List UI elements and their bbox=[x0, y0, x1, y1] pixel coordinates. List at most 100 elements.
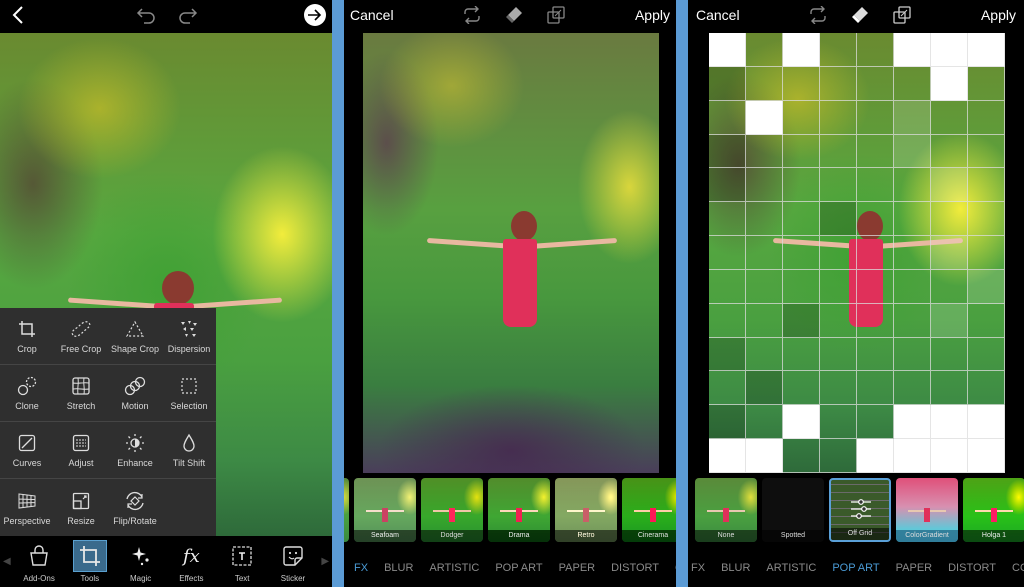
grid-tile bbox=[783, 371, 820, 406]
tool-enhance[interactable]: Enhance bbox=[108, 422, 162, 478]
cancel-button[interactable]: Cancel bbox=[696, 7, 740, 23]
category-tabs: FX BLUR ARTISTIC POP ART PAPER DISTORT C… bbox=[691, 556, 1024, 580]
blend-mode-icon[interactable] bbox=[892, 5, 912, 25]
tool-motion[interactable]: Motion bbox=[108, 365, 162, 421]
settings-sliders-icon[interactable] bbox=[849, 498, 873, 525]
grid-tile bbox=[746, 337, 783, 372]
filter-thumb-off-grid[interactable]: Off Grid bbox=[829, 478, 891, 542]
filter-thumb-spotted[interactable]: Spotted bbox=[762, 478, 824, 542]
grid-tile bbox=[968, 66, 1005, 101]
tab-fx[interactable]: FX bbox=[691, 562, 705, 574]
tab-artistic[interactable]: ARTISTIC bbox=[766, 562, 816, 574]
tab-blur[interactable]: BLUR bbox=[721, 562, 750, 574]
nav-effects[interactable]: fx Effects bbox=[166, 540, 217, 584]
tools-screen: Crop Free Crop Shape Crop Dispersion Clo… bbox=[0, 0, 332, 587]
scroll-left-icon[interactable]: ◀ bbox=[0, 556, 14, 567]
fx-icon: fx bbox=[182, 545, 200, 567]
tab-paper[interactable]: PAPER bbox=[896, 562, 932, 574]
filter-strip[interactable]: None Spotted Off Grid ColorGradient Holg… bbox=[695, 478, 1024, 542]
tool-crop[interactable]: Crop bbox=[0, 308, 54, 364]
tab-pop-art[interactable]: POP ART bbox=[495, 562, 542, 574]
tool-shape-crop[interactable]: Shape Crop bbox=[108, 308, 162, 364]
tool-stretch[interactable]: Stretch bbox=[54, 365, 108, 421]
grid-tile bbox=[857, 236, 894, 270]
category-tabs: FX BLUR ARTISTIC POP ART PAPER DISTORT C bbox=[354, 556, 676, 580]
tool-clone[interactable]: Clone bbox=[0, 365, 54, 421]
blend-mode-icon[interactable] bbox=[546, 5, 566, 25]
filter-thumb-drama[interactable]: Drama bbox=[488, 478, 550, 542]
nav-tools[interactable]: Tools bbox=[64, 540, 115, 583]
grid-tile bbox=[968, 405, 1005, 440]
grid-tile bbox=[968, 371, 1005, 406]
filter-thumb-holga-1[interactable]: Holga 1 bbox=[963, 478, 1024, 542]
tool-perspective[interactable]: Perspective bbox=[0, 479, 54, 536]
next-arrow-icon[interactable] bbox=[303, 3, 327, 27]
apply-button[interactable]: Apply bbox=[981, 7, 1016, 23]
grid-tile bbox=[746, 236, 783, 270]
undo-icon[interactable] bbox=[136, 6, 156, 24]
tool-free-crop[interactable]: Free Crop bbox=[54, 308, 108, 364]
grid-tile bbox=[820, 439, 857, 473]
grid-tile bbox=[820, 405, 857, 440]
tab-artistic[interactable]: ARTISTIC bbox=[429, 562, 479, 574]
tool-adjust[interactable]: Adjust bbox=[54, 422, 108, 478]
scroll-right-icon[interactable]: ▶ bbox=[318, 556, 332, 567]
nav-text[interactable]: Text bbox=[217, 540, 268, 583]
eraser-icon[interactable] bbox=[850, 5, 870, 25]
grid-tile bbox=[968, 100, 1005, 135]
tab-distort[interactable]: DISTORT bbox=[611, 562, 659, 574]
tab-fx[interactable]: FX bbox=[354, 562, 368, 574]
tab-distort[interactable]: DISTORT bbox=[948, 562, 996, 574]
filter-thumb-retro[interactable]: Retro bbox=[555, 478, 617, 542]
grid-tile bbox=[931, 100, 968, 135]
tab-more[interactable]: C bbox=[675, 562, 676, 574]
nav-magic[interactable]: Magic bbox=[115, 540, 166, 583]
tab-more[interactable]: CO bbox=[1012, 562, 1024, 574]
apply-button[interactable]: Apply bbox=[635, 7, 670, 23]
cancel-button[interactable]: Cancel bbox=[350, 7, 394, 23]
grid-tile bbox=[894, 371, 931, 406]
grid-tile bbox=[709, 168, 746, 203]
grid-tile bbox=[746, 405, 783, 440]
grid-tile bbox=[857, 168, 894, 203]
tab-paper[interactable]: PAPER bbox=[559, 562, 595, 574]
grid-tile bbox=[894, 303, 931, 338]
grid-tile bbox=[857, 337, 894, 372]
swap-icon[interactable] bbox=[808, 6, 828, 24]
grid-tile bbox=[709, 236, 746, 270]
tool-resize[interactable]: Resize bbox=[54, 479, 108, 536]
tool-dispersion[interactable]: Dispersion bbox=[162, 308, 216, 364]
grid-tile bbox=[857, 33, 894, 67]
filter-thumb-cinerama[interactable]: Cinerama bbox=[622, 478, 676, 542]
filter-thumb[interactable] bbox=[344, 478, 349, 542]
text-icon bbox=[225, 540, 259, 572]
back-icon[interactable] bbox=[10, 5, 26, 25]
grid-tile bbox=[894, 168, 931, 203]
free-crop-icon bbox=[70, 318, 92, 340]
grid-tile bbox=[968, 134, 1005, 169]
filter-thumb-colorgradient[interactable]: ColorGradient bbox=[896, 478, 958, 542]
tool-curves[interactable]: Curves bbox=[0, 422, 54, 478]
eraser-icon[interactable] bbox=[504, 5, 524, 25]
tab-pop-art[interactable]: POP ART bbox=[832, 562, 879, 574]
grid-tile bbox=[709, 371, 746, 406]
tool-tilt-shift[interactable]: Tilt Shift bbox=[162, 422, 216, 478]
filter-thumb-none[interactable]: None bbox=[695, 478, 757, 542]
shopping-bag-icon bbox=[22, 540, 56, 572]
perspective-icon bbox=[17, 490, 37, 512]
redo-icon[interactable] bbox=[178, 6, 198, 24]
photo-canvas[interactable] bbox=[363, 33, 659, 473]
grid-tile bbox=[968, 236, 1005, 270]
swap-icon[interactable] bbox=[462, 6, 482, 24]
grid-tile bbox=[783, 269, 820, 304]
filter-thumb-dodger[interactable]: Dodger bbox=[421, 478, 483, 542]
sparkle-icon bbox=[124, 540, 158, 572]
nav-sticker[interactable]: Sticker bbox=[268, 540, 319, 583]
tool-flip-rotate[interactable]: Flip/Rotate bbox=[108, 479, 162, 536]
filter-thumb-seafoam[interactable]: Seafoam bbox=[354, 478, 416, 542]
nav-add-ons[interactable]: Add-Ons bbox=[14, 540, 65, 583]
filter-strip[interactable]: Seafoam Dodger Drama Retro Cinerama bbox=[344, 478, 676, 542]
grid-tile bbox=[968, 337, 1005, 372]
tool-selection[interactable]: Selection bbox=[162, 365, 216, 421]
tab-blur[interactable]: BLUR bbox=[384, 562, 413, 574]
